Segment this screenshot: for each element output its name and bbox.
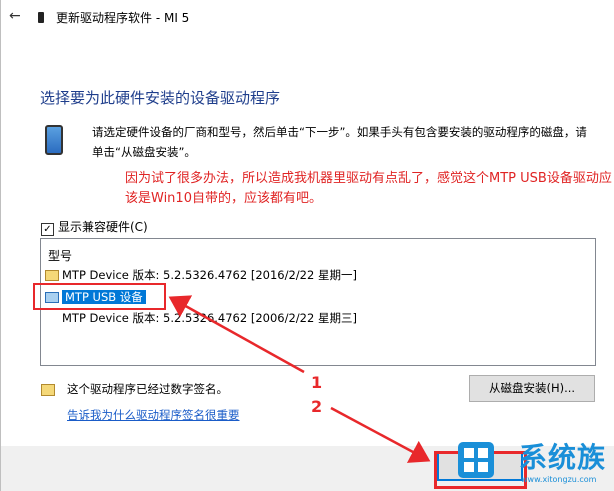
arrow-to-selection [168, 295, 305, 374]
callout-number-2: 2 [311, 397, 323, 416]
watermark-text: 系统族 [519, 441, 607, 474]
annotation-arrows [168, 295, 431, 463]
watermark-logo-icon [458, 442, 494, 478]
arrow-to-next [330, 406, 431, 463]
update-driver-window: ← 更新驱动程序软件 - MI 5 选择要为此硬件安装的设备驱动程序 请选定硬件… [0, 0, 614, 491]
callout-number-1: 1 [311, 373, 323, 392]
watermark-url: www.xitongzu.com [521, 475, 597, 484]
